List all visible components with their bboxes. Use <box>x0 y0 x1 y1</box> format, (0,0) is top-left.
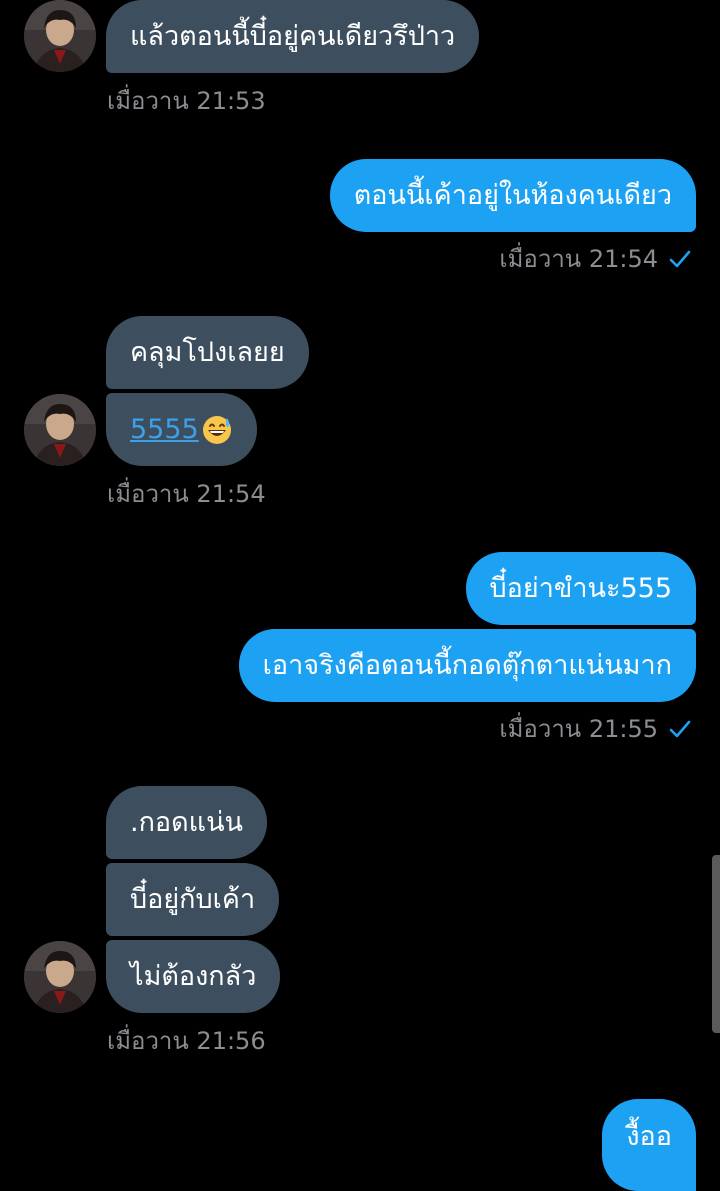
message-bubble-outgoing[interactable]: เอาจริงคือตอนนี้กอดตุ๊กตาแน่นมาก <box>238 629 696 702</box>
message-timestamp: เมื่อวาน 21:53 <box>107 87 266 115</box>
check-icon <box>669 720 691 738</box>
message-text: บี๋อย่าขำนะ555 <box>489 573 672 604</box>
chat-screen: แล้วตอนนี้บี๋อยู่คนเดียวรึป่าว เมื่อวาน … <box>0 0 720 1191</box>
message-timestamp: เมื่อวาน 21:55 <box>499 715 658 743</box>
message-timestamp: เมื่อวาน 21:56 <box>107 1027 266 1055</box>
message-text: ไม่ต้องกลัว <box>130 961 257 992</box>
message-text: เอาจริงคือตอนนี้กอดตุ๊กตาแน่นมาก <box>262 650 672 681</box>
message-bubble-outgoing[interactable]: ตอนนี้เค้าอยู่ในห้องคนเดียว <box>329 159 696 232</box>
message-bubble-incoming[interactable]: แล้วตอนนี้บี๋อยู่คนเดียวรึป่าว <box>106 0 480 73</box>
avatar-photo-icon <box>24 941 96 1013</box>
contact-avatar[interactable] <box>24 0 96 72</box>
grinning-sweat-emoji-icon <box>202 415 231 444</box>
scrollbar[interactable] <box>712 855 720 1033</box>
message-bubble-outgoing[interactable]: งื้ออ <box>602 1099 696 1191</box>
message-text: บี๋อยู่กับเค้า <box>130 884 256 915</box>
avatar-photo-icon <box>24 0 96 72</box>
message-bubble-outgoing[interactable]: บี๋อย่าขำนะ555 <box>465 552 696 625</box>
message-text: งื้ออ <box>626 1121 672 1152</box>
message-text: .กอดแน่น <box>130 807 243 838</box>
message-text: แล้วตอนนี้บี๋อยู่คนเดียวรึป่าว <box>130 21 456 52</box>
message-timestamp: เมื่อวาน 21:54 <box>499 245 658 273</box>
message-text: ตอนนี้เค้าอยู่ในห้องคนเดียว <box>353 180 672 211</box>
message-bubble-incoming[interactable]: 5555 <box>106 393 257 466</box>
message-text: คลุมโปงเลยย <box>130 337 285 368</box>
message-timestamp: เมื่อวาน 21:54 <box>107 480 266 508</box>
contact-avatar[interactable] <box>24 394 96 466</box>
check-icon <box>669 250 691 268</box>
message-bubble-incoming[interactable]: .กอดแน่น <box>106 786 267 859</box>
message-bubble-incoming[interactable]: ไม่ต้องกลัว <box>106 940 281 1013</box>
message-status: เมื่อวาน 21:55 <box>499 717 692 741</box>
message-link[interactable]: 5555 <box>130 416 199 443</box>
contact-avatar[interactable] <box>24 941 96 1013</box>
message-bubble-incoming[interactable]: คลุมโปงเลยย <box>106 316 309 389</box>
message-status: เมื่อวาน 21:54 <box>499 247 692 271</box>
message-bubble-incoming[interactable]: บี๋อยู่กับเค้า <box>106 863 280 936</box>
avatar-photo-icon <box>24 394 96 466</box>
